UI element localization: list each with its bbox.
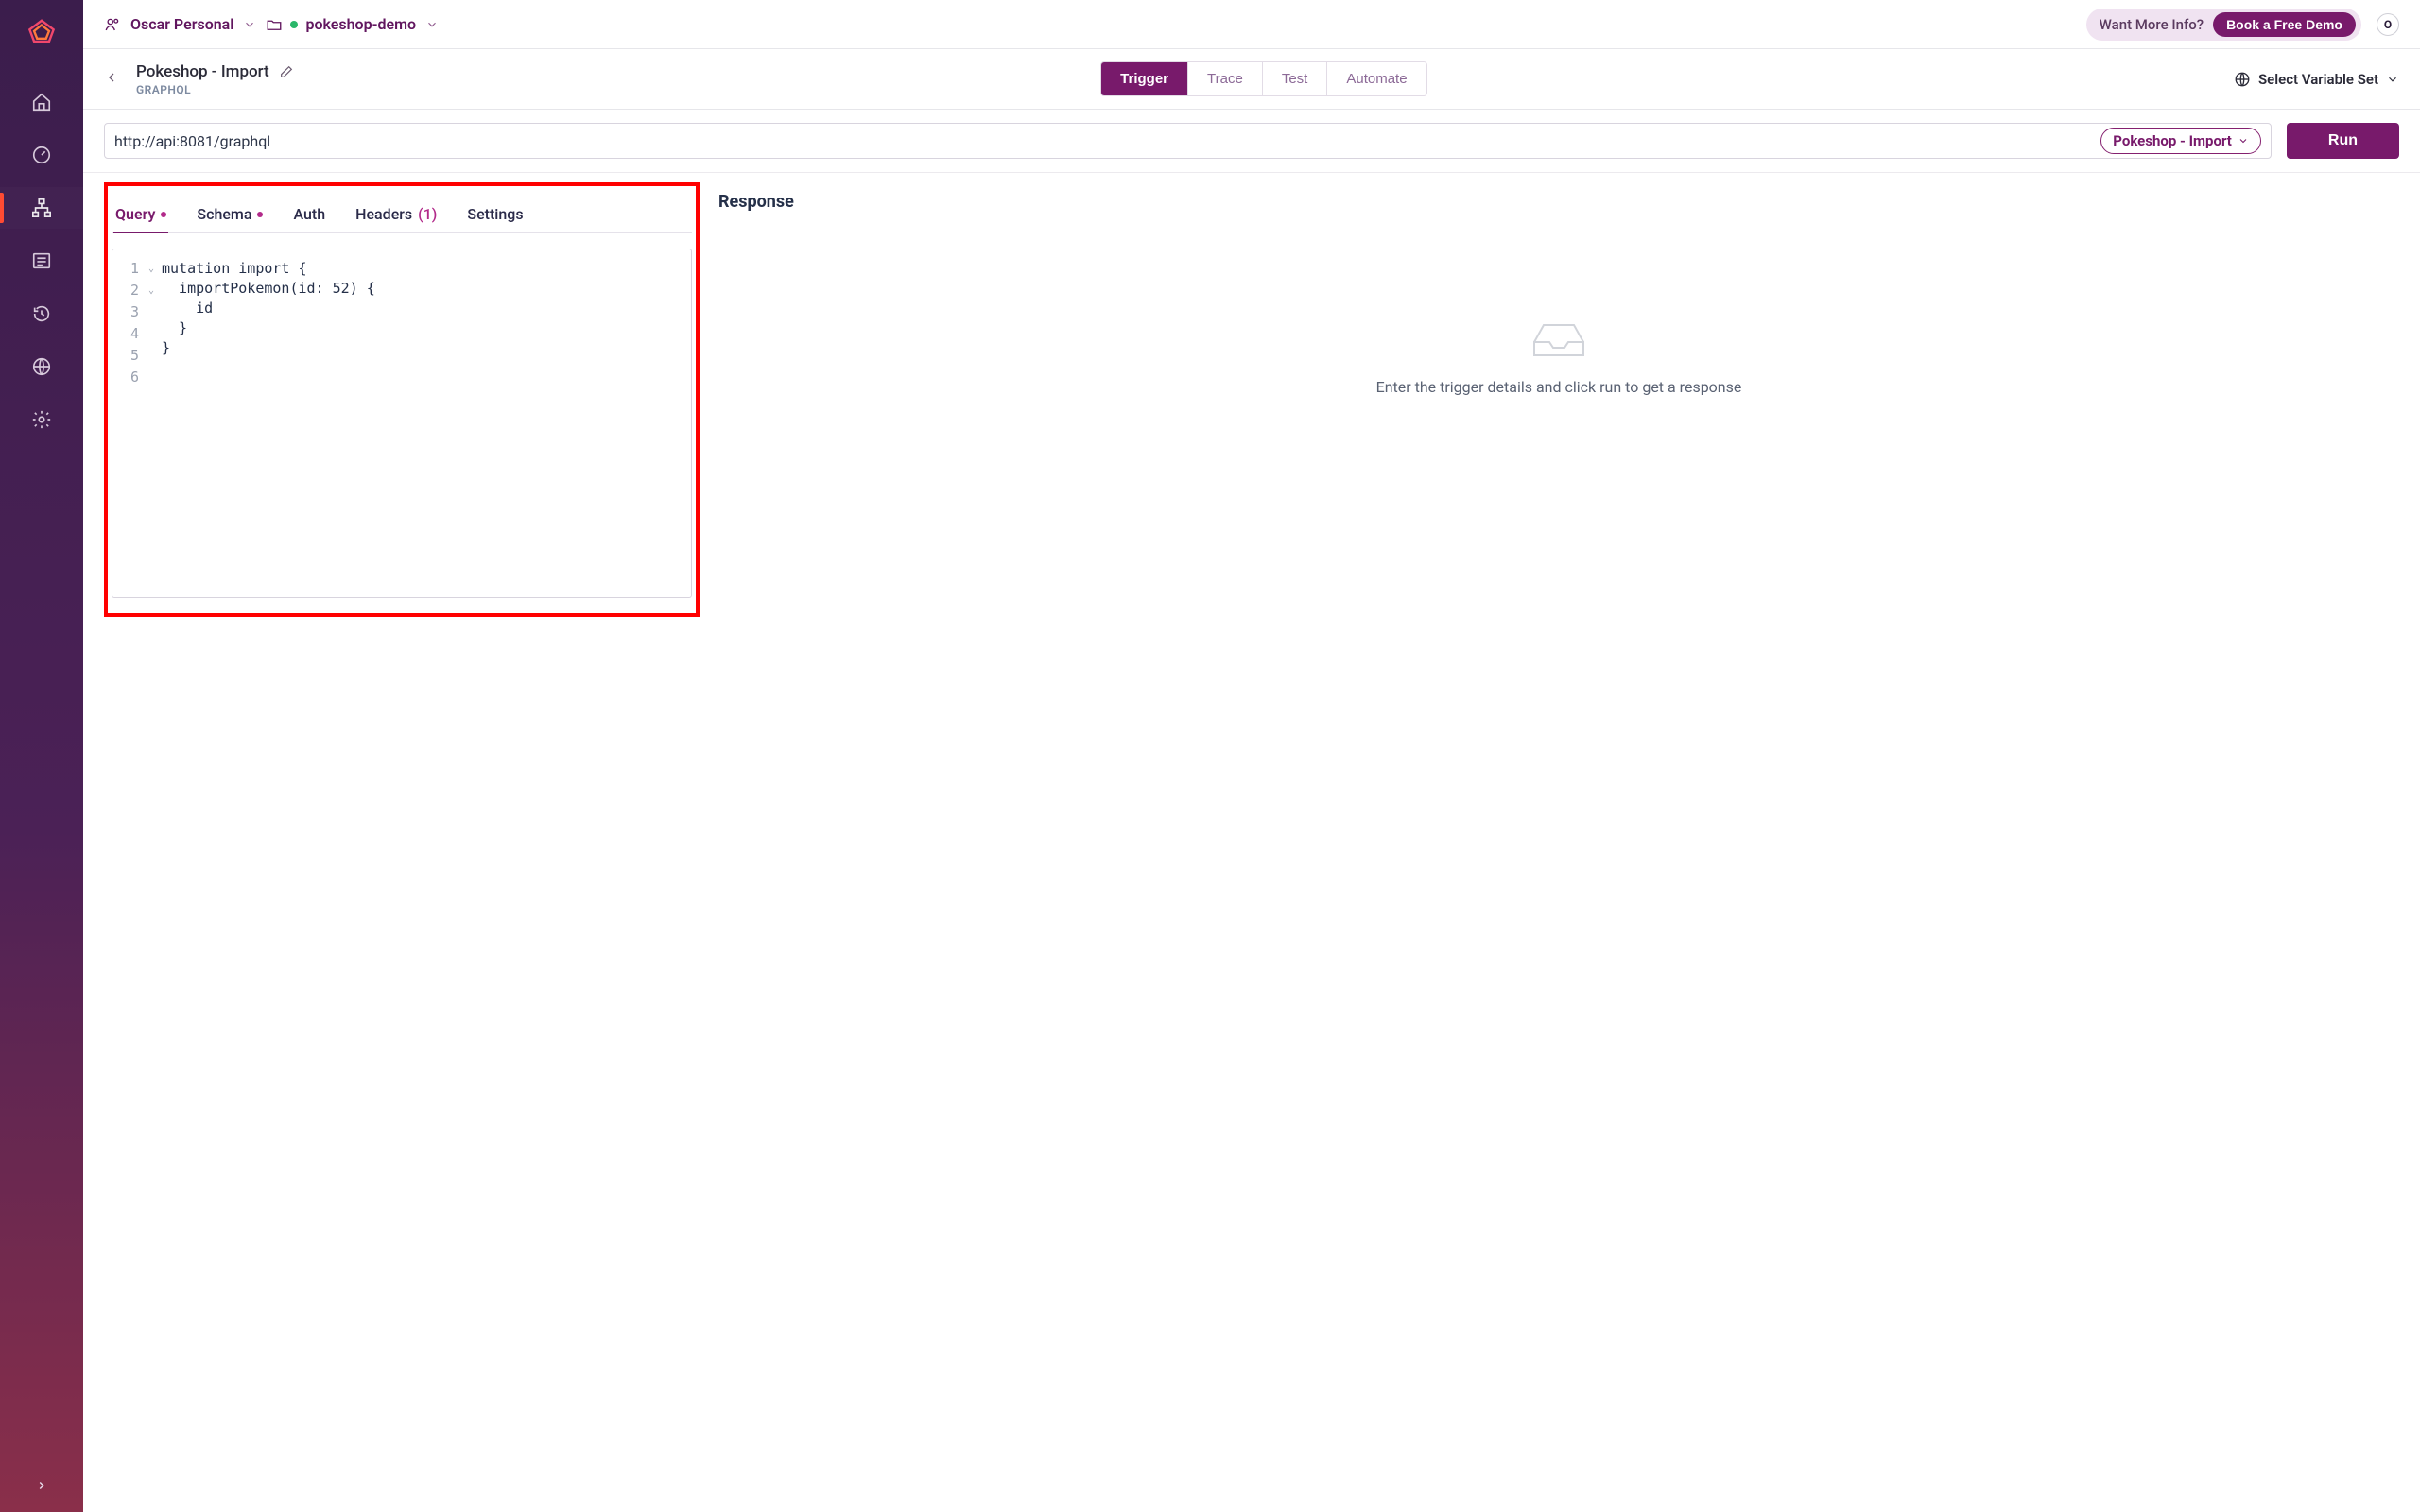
app-logo[interactable] xyxy=(21,13,62,55)
flow-icon xyxy=(31,198,52,218)
book-demo-button[interactable]: Book a Free Demo xyxy=(2213,12,2356,37)
folder-icon xyxy=(266,16,283,33)
chevron-left-icon xyxy=(104,70,119,85)
sidebar-item-runs[interactable] xyxy=(0,240,83,282)
editor-tab-headers-label: Headers xyxy=(355,205,412,223)
code-line xyxy=(162,358,682,378)
editor-tab-settings-label: Settings xyxy=(467,205,523,223)
sidebar-nav xyxy=(0,81,83,440)
left-sidebar xyxy=(0,0,83,1512)
list-box-icon xyxy=(31,250,52,271)
test-type-label: GRAPHQL xyxy=(136,83,294,96)
response-empty-state: Enter the trigger details and click run … xyxy=(718,316,2399,396)
chevron-right-icon xyxy=(35,1479,48,1492)
logo-icon xyxy=(24,16,60,52)
recent-icon xyxy=(31,303,52,324)
line-number: 6 xyxy=(112,368,139,387)
main-area: Oscar Personal pokeshop-demo Want More I… xyxy=(83,0,2420,1512)
editor-tab-headers[interactable]: Headers (1) xyxy=(354,196,439,232)
code-line: importPokemon(id: 52) { xyxy=(162,279,682,299)
code-line: } xyxy=(162,318,682,338)
response-panel: Response Enter the trigger details and c… xyxy=(718,182,2399,1491)
test-name: Pokeshop - Import xyxy=(136,62,269,81)
editor-tab-auth[interactable]: Auth xyxy=(291,196,327,232)
project-name[interactable]: pokeshop-demo xyxy=(305,15,416,33)
editor-tabs: Query Schema Auth Headers (1) xyxy=(112,190,692,233)
highlight-box: Query Schema Auth Headers (1) xyxy=(104,182,700,617)
editor-tab-auth-label: Auth xyxy=(293,205,325,223)
line-number: 4 xyxy=(112,324,139,344)
test-title-block: Pokeshop - Import GRAPHQL xyxy=(136,62,294,96)
env-label: Pokeshop - Import xyxy=(2113,132,2232,149)
edit-icon[interactable] xyxy=(279,64,294,79)
line-number: 2 xyxy=(112,281,139,301)
code-editor[interactable]: 1 2 3 4 5 6 ⌄ ⌄ mutation import { xyxy=(112,249,692,598)
home-icon xyxy=(31,92,52,112)
line-number: 5 xyxy=(112,346,139,366)
sidebar-item-history[interactable] xyxy=(0,293,83,335)
person-icon xyxy=(104,16,121,33)
response-empty-text: Enter the trigger details and click run … xyxy=(1376,378,1742,396)
tab-test[interactable]: Test xyxy=(1263,62,1328,95)
tab-trigger[interactable]: Trigger xyxy=(1101,62,1188,95)
top-bar: Oscar Personal pokeshop-demo Want More I… xyxy=(83,0,2420,49)
tab-trace[interactable]: Trace xyxy=(1188,62,1263,95)
fold-icon[interactable]: ⌄ xyxy=(148,281,154,301)
variable-set-selector[interactable]: Select Variable Set xyxy=(2234,71,2399,88)
gear-icon xyxy=(31,409,52,430)
editor-tab-query[interactable]: Query xyxy=(113,196,168,232)
sidebar-item-dashboard[interactable] xyxy=(0,134,83,176)
inbox-icon xyxy=(1529,316,1589,361)
globe-icon xyxy=(31,356,52,377)
line-number: 3 xyxy=(112,302,139,322)
fold-column: ⌄ ⌄ xyxy=(145,249,158,597)
project-status-dot xyxy=(290,21,298,28)
environment-pill[interactable]: Pokeshop - Import xyxy=(2100,128,2261,154)
cta-strip: Want More Info? Book a Free Demo xyxy=(2086,9,2361,41)
gauge-icon xyxy=(31,145,52,165)
chevron-down-icon[interactable] xyxy=(243,18,256,31)
editor-tab-schema-label: Schema xyxy=(197,205,251,223)
sidebar-expand[interactable] xyxy=(0,1459,83,1512)
fold-icon[interactable]: ⌄ xyxy=(148,259,154,279)
url-input[interactable]: http://api:8081/graphql Pokeshop - Impor… xyxy=(104,123,2272,159)
sidebar-item-settings[interactable] xyxy=(0,399,83,440)
run-button[interactable]: Run xyxy=(2287,123,2399,159)
breadcrumb: Oscar Personal pokeshop-demo xyxy=(104,15,439,33)
url-value: http://api:8081/graphql xyxy=(114,132,2091,150)
url-row: http://api:8081/graphql Pokeshop - Impor… xyxy=(83,110,2420,173)
query-panel: Query Schema Auth Headers (1) xyxy=(104,182,700,1491)
variable-set-label: Select Variable Set xyxy=(2258,71,2378,88)
response-title: Response xyxy=(718,192,2399,212)
editor-tab-query-label: Query xyxy=(115,205,155,223)
editor-tab-headers-count: (1) xyxy=(418,205,437,223)
back-button[interactable] xyxy=(104,70,119,89)
dot-icon xyxy=(257,212,263,217)
sub-header: Pokeshop - Import GRAPHQL Trigger Trace … xyxy=(83,49,2420,110)
sidebar-item-environments[interactable] xyxy=(0,346,83,387)
workspace-name[interactable]: Oscar Personal xyxy=(130,15,233,33)
sidebar-item-tests[interactable] xyxy=(0,187,83,229)
chevron-down-icon xyxy=(2238,135,2249,146)
chevron-down-icon[interactable] xyxy=(425,18,439,31)
dot-icon xyxy=(161,212,166,217)
editor-tab-settings[interactable]: Settings xyxy=(465,196,525,232)
code-line: } xyxy=(162,338,682,358)
mode-tabs: Trigger Trace Test Automate xyxy=(1100,61,1426,96)
sidebar-item-home[interactable] xyxy=(0,81,83,123)
code-line: mutation import { xyxy=(162,259,682,279)
chevron-down-icon xyxy=(2386,73,2399,86)
workspace: Query Schema Auth Headers (1) xyxy=(83,173,2420,1512)
tab-automate[interactable]: Automate xyxy=(1327,62,1426,95)
code-gutter: 1 2 3 4 5 6 xyxy=(112,249,145,597)
code-line: id xyxy=(162,299,682,318)
cta-info-text: Want More Info? xyxy=(2100,16,2204,33)
line-number: 1 xyxy=(112,259,139,279)
avatar[interactable]: O xyxy=(2377,13,2399,36)
code-body[interactable]: mutation import { importPokemon(id: 52) … xyxy=(158,249,691,597)
editor-tab-schema[interactable]: Schema xyxy=(195,196,265,232)
globe-icon xyxy=(2234,71,2251,88)
